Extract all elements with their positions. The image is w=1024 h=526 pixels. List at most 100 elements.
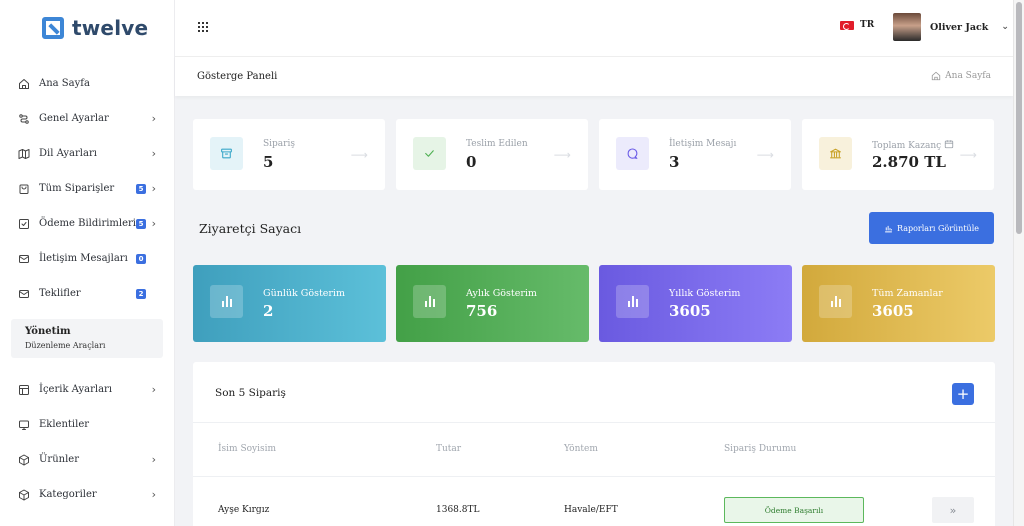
bar-chart-icon — [210, 285, 243, 318]
mail-icon — [18, 288, 30, 300]
layout-icon — [18, 384, 30, 396]
chat-icon — [616, 137, 649, 170]
topbar: TR Oliver Jack ⌄ — [175, 0, 1013, 56]
bar-chart-icon — [413, 285, 446, 318]
sidebar-item-label: Genel Ayarlar — [39, 113, 109, 124]
sidebar-nav: Ana Sayfa Genel Ayarlar › Dil Ayarları › Tüm … — [0, 66, 174, 311]
sidebar-item-mail-6[interactable]: Teklifler 2 — [0, 276, 174, 311]
chevron-right-icon: › — [151, 147, 156, 160]
breadcrumb[interactable]: Ana Sayfa — [931, 71, 991, 81]
apps-grid-icon[interactable] — [198, 22, 208, 32]
order-method: Havale/EFT — [564, 505, 618, 515]
count-badge: 2 — [136, 288, 146, 299]
order-amount: 1368.8TL — [436, 505, 480, 515]
sidebar-item-bag-3[interactable]: Tüm Siparişler 5 › — [0, 171, 174, 206]
visitor-card-value: 756 — [466, 302, 498, 320]
stat-label: Toplam Kazanç — [872, 141, 942, 151]
language-code: TR — [860, 20, 875, 30]
brand-name: twelve — [72, 16, 149, 40]
sidebar-item-box-3[interactable]: Kategoriler › — [0, 477, 174, 512]
check-icon — [413, 137, 446, 170]
visitor-card-value: 2 — [263, 302, 274, 320]
page-title: Gösterge Paneli — [197, 71, 278, 82]
sidebar-item-monitor-1[interactable]: Eklentiler — [0, 407, 174, 442]
column-header-method: Yöntem — [564, 444, 598, 454]
box-icon — [18, 489, 30, 501]
sidebar-item-check-square-4[interactable]: Ödeme Bildirimleri 5 › — [0, 206, 174, 241]
sidebar-item-label: Dil Ayarları — [39, 148, 97, 159]
visitor-card-label: Tüm Zamanlar — [872, 288, 943, 299]
stat-card-orders[interactable]: Sipariş 5 ⟶ — [193, 119, 385, 190]
visitor-card-daily: Günlük Gösterim 2 — [193, 265, 386, 342]
user-menu[interactable]: Oliver Jack ⌄ — [893, 13, 1009, 41]
stat-label: Teslim Edilen — [466, 139, 528, 149]
turkey-flag-icon — [840, 20, 854, 30]
count-badge: 5 — [136, 183, 146, 194]
arrow-right-icon: ⟶ — [350, 148, 368, 162]
visitor-card-yearly: Yıllık Gösterim 3605 — [599, 265, 792, 342]
sidebar-item-map-2[interactable]: Dil Ayarları › — [0, 136, 174, 171]
bar-chart-icon — [885, 225, 892, 232]
sidebar-section: Yönetim Düzenleme Araçları — [11, 319, 163, 358]
sidebar-item-label: İçerik Ayarları — [39, 384, 113, 395]
sidebar-item-box-2[interactable]: Ürünler › — [0, 442, 174, 477]
visitor-card-all-time: Tüm Zamanlar 3605 — [802, 265, 995, 342]
sidebar-item-mail-5[interactable]: İletişim Mesajları 0 — [0, 241, 174, 276]
section-subtitle: Düzenleme Araçları — [25, 341, 106, 350]
bar-chart-icon — [819, 285, 852, 318]
sidebar-item-label: Ana Sayfa — [39, 78, 90, 89]
status-badge: Ödeme Başarılı — [724, 497, 864, 523]
sidebar-item-layout-0[interactable]: İçerik Ayarları › — [0, 372, 174, 407]
stat-card-delivered[interactable]: Teslim Edilen 0 ⟶ — [396, 119, 588, 190]
arrow-right-icon: ⟶ — [959, 148, 977, 162]
stat-card-earnings[interactable]: Toplam Kazanç 2.870 TL ⟶ — [802, 119, 994, 190]
chevron-right-icon: › — [151, 217, 156, 230]
scrollbar-thumb[interactable] — [1016, 2, 1022, 234]
add-order-button[interactable]: + — [952, 383, 974, 405]
visitor-card-value: 3605 — [669, 302, 711, 320]
sidebar-item-label: Ürünler — [39, 454, 79, 465]
sidebar-item-label: İletişim Mesajları — [39, 253, 128, 264]
stat-label: İletişim Mesajı — [669, 139, 737, 149]
monitor-icon — [18, 419, 30, 431]
column-header-name: İsim Soyisim — [218, 444, 277, 454]
box-icon — [18, 454, 30, 466]
section-title: Yönetim — [25, 326, 71, 337]
view-reports-label: Raporları Görüntüle — [897, 223, 979, 233]
language-selector[interactable]: TR — [840, 20, 874, 30]
visitor-card-monthly: Aylık Gösterim 756 — [396, 265, 589, 342]
count-badge: 0 — [136, 253, 146, 264]
home-icon — [931, 71, 941, 81]
count-badge: 5 — [136, 218, 146, 229]
visitor-card-label: Yıllık Gösterim — [669, 288, 741, 299]
arrow-right-icon: ⟶ — [553, 148, 571, 162]
stat-label: Sipariş — [263, 139, 295, 149]
sidebar: twelve Ana Sayfa Genel Ayarlar › Dil Ayarla… — [0, 0, 175, 526]
bag-icon — [18, 183, 30, 195]
sidebar-item-label: Teklifler — [39, 288, 81, 299]
column-header-amount: Tutar — [436, 444, 462, 454]
view-reports-button[interactable]: Raporları Görüntüle — [869, 212, 994, 244]
order-detail-button[interactable]: » — [932, 497, 974, 523]
scrollbar[interactable] — [1013, 0, 1024, 526]
user-name: Oliver Jack — [930, 21, 989, 33]
divider — [193, 422, 995, 423]
sidebar-item-label: Tüm Siparişler — [39, 183, 115, 194]
visitor-card-value: 3605 — [872, 302, 914, 320]
divider — [193, 476, 995, 477]
bar-chart-icon — [616, 285, 649, 318]
brand-logo[interactable]: twelve — [0, 0, 174, 56]
stat-value: 0 — [466, 153, 477, 171]
breadcrumb-bar: Gösterge Paneli Ana Sayfa — [175, 56, 1013, 96]
calendar-icon — [944, 140, 954, 149]
sidebar-item-home-0[interactable]: Ana Sayfa — [0, 66, 174, 101]
sidebar-item-label: Kategoriler — [39, 489, 97, 500]
sidebar-item-route-1[interactable]: Genel Ayarlar › — [0, 101, 174, 136]
visitor-card-label: Günlük Gösterim — [263, 288, 345, 299]
stat-card-messages[interactable]: İletişim Mesajı 3 ⟶ — [599, 119, 791, 190]
visitor-card-label: Aylık Gösterim — [466, 288, 537, 299]
stat-value: 2.870 TL — [872, 153, 946, 171]
recent-orders-panel: Son 5 Sipariş + İsim Soyisim Tutar Yönte… — [193, 362, 995, 526]
logo-icon — [42, 17, 64, 39]
order-customer-name: Ayşe Kırgız — [218, 505, 270, 515]
